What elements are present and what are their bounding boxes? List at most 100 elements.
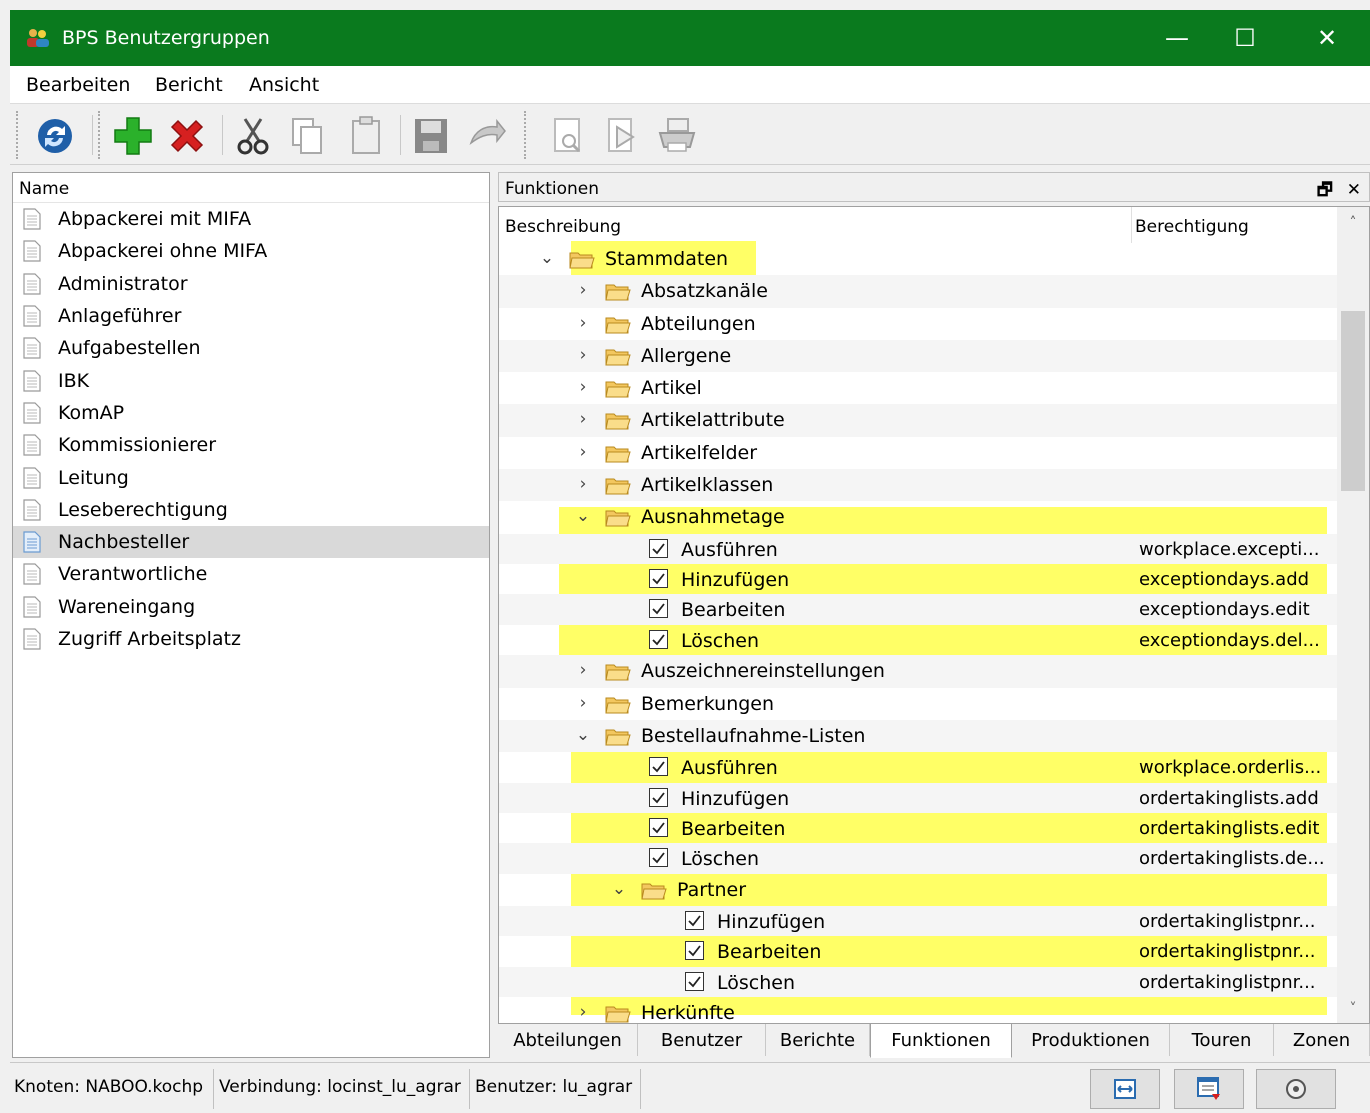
chevron-right-icon[interactable]: › (575, 1002, 591, 1022)
export-button[interactable] (598, 111, 648, 161)
tree-folder-row[interactable]: › Herkünfte (499, 997, 1337, 1023)
refresh-button[interactable] (30, 111, 80, 161)
tree-folder-row[interactable]: › Artikelfelder (499, 437, 1337, 469)
copy-button[interactable] (282, 111, 332, 161)
tree-folder-row[interactable]: ⌄ Bestellaufnahme-Listen (499, 719, 1337, 753)
fit-width-button[interactable] (1090, 1069, 1160, 1109)
vertical-scrollbar[interactable]: ˄ ˅ (1337, 207, 1369, 1023)
user-group-item[interactable]: Verantwortliche (13, 558, 489, 590)
tree-folder-row[interactable]: › Artikelattribute (499, 404, 1337, 437)
user-group-item[interactable]: Abpackerei ohne MIFA (13, 235, 489, 267)
toolbar-grip[interactable] (98, 111, 102, 159)
chevron-down-icon[interactable]: ⌄ (575, 725, 591, 745)
toolbar-grip[interactable] (16, 111, 20, 159)
tree-folder-row[interactable]: › Artikelklassen (499, 469, 1337, 502)
list-header-name[interactable]: Name (13, 173, 489, 203)
tab-zonen[interactable]: Zonen (1274, 1024, 1370, 1056)
close-button[interactable]: ✕ (1297, 10, 1357, 66)
tab-funktionen[interactable]: Funktionen (870, 1024, 1012, 1058)
delete-button[interactable] (162, 111, 212, 161)
menu-bearbeiten[interactable]: Bearbeiten (26, 74, 130, 96)
chevron-down-icon[interactable]: ⌄ (611, 879, 627, 899)
undo-button[interactable] (462, 111, 512, 161)
permission-checkbox[interactable] (649, 538, 668, 558)
user-group-item[interactable]: Leitung (13, 461, 489, 493)
chevron-right-icon[interactable]: › (575, 280, 591, 300)
user-group-item[interactable]: Anlageführer (13, 300, 489, 332)
tab-benutzer[interactable]: Benutzer (638, 1024, 766, 1056)
tree-folder-row[interactable]: › Abteilungen (499, 308, 1337, 340)
user-group-item[interactable]: Nachbesteller (13, 525, 489, 559)
tree-permission-row[interactable]: Bearbeiten exceptiondays.edit (499, 594, 1337, 625)
scroll-up-arrow-icon[interactable]: ˄ (1337, 215, 1369, 231)
tab-berichte[interactable]: Berichte (766, 1024, 870, 1056)
user-group-item[interactable]: Kommissionierer (13, 429, 489, 461)
paste-button[interactable] (342, 111, 392, 161)
add-button[interactable] (108, 111, 158, 161)
menu-bericht[interactable]: Bericht (155, 74, 223, 96)
permission-checkbox[interactable] (649, 817, 668, 837)
print-button[interactable] (652, 111, 702, 161)
chevron-right-icon[interactable]: › (575, 474, 591, 494)
preview-button[interactable] (544, 111, 594, 161)
permission-checkbox[interactable] (649, 848, 668, 868)
user-group-item[interactable]: Aufgabestellen (13, 332, 489, 364)
tab-produktionen[interactable]: Produktionen (1012, 1024, 1170, 1056)
permission-checkbox[interactable] (685, 941, 704, 961)
tree-permission-row[interactable]: Löschen ordertakinglistpnr... (499, 966, 1337, 998)
tab-touren[interactable]: Touren (1170, 1024, 1274, 1056)
column-berechtigung[interactable]: Berechtigung (1135, 217, 1249, 237)
cut-button[interactable] (230, 111, 280, 161)
tree-folder-row[interactable]: › Auszeichnereinstellungen (499, 655, 1337, 688)
tree-permission-row[interactable]: Hinzufügen exceptiondays.add (499, 564, 1337, 594)
tree-folder-row[interactable]: › Bemerkungen (499, 688, 1337, 720)
tree-permission-row[interactable]: Löschen exceptiondays.del... (499, 625, 1337, 655)
user-group-item[interactable]: KomAP (13, 397, 489, 429)
save-button[interactable] (406, 111, 456, 161)
permission-checkbox[interactable] (649, 629, 668, 649)
tree-permission-row[interactable]: Bearbeiten ordertakinglistpnr... (499, 936, 1337, 966)
permission-checkbox[interactable] (649, 787, 668, 807)
dock-close-icon[interactable]: ✕ (1347, 180, 1361, 200)
tree-folder-row[interactable]: › Allergene (499, 339, 1337, 373)
maximize-button[interactable]: ☐ (1215, 10, 1275, 66)
chevron-right-icon[interactable]: › (575, 313, 591, 333)
window-list-button[interactable] (1174, 1069, 1244, 1109)
chevron-down-icon[interactable]: ⌄ (575, 506, 591, 526)
column-beschreibung[interactable]: Beschreibung (505, 217, 621, 237)
toolbar-grip[interactable] (524, 111, 528, 159)
tree-permission-row[interactable]: Löschen ordertakinglists.de... (499, 843, 1337, 874)
permission-checkbox[interactable] (649, 569, 668, 589)
float-window-icon[interactable]: 🗗 (1317, 180, 1333, 200)
menu-ansicht[interactable]: Ansicht (249, 74, 319, 96)
tree-permission-row[interactable]: Hinzufügen ordertakinglistpnr... (499, 905, 1337, 937)
tree-folder-row[interactable]: › Artikel (499, 372, 1337, 404)
permission-checkbox[interactable] (685, 971, 704, 991)
tree-folder-row[interactable]: ⌄ Ausnahmetage (499, 501, 1337, 533)
user-group-item[interactable]: IBK (13, 364, 489, 396)
chevron-right-icon[interactable]: › (575, 660, 591, 680)
tree-folder-row[interactable]: ⌄ Partner (499, 874, 1337, 906)
tab-abteilungen[interactable]: Abteilungen (498, 1024, 638, 1056)
permission-checkbox[interactable] (649, 599, 668, 619)
chevron-right-icon[interactable]: › (575, 409, 591, 429)
scrollbar-thumb[interactable] (1341, 311, 1365, 491)
user-group-item[interactable]: Administrator (13, 268, 489, 300)
tree-folder-row[interactable]: ⌄ Stammdaten (499, 243, 1337, 275)
scroll-down-arrow-icon[interactable]: ˅ (1337, 1001, 1369, 1017)
permission-checkbox[interactable] (649, 757, 668, 777)
tree-folder-row[interactable]: › Absatzkanäle (499, 275, 1337, 308)
chevron-down-icon[interactable]: ⌄ (539, 248, 555, 268)
user-group-item[interactable]: Abpackerei mit MIFA (13, 203, 489, 235)
minimize-button[interactable]: — (1147, 10, 1207, 66)
user-group-item[interactable]: Leseberechtigung (13, 494, 489, 526)
chevron-right-icon[interactable]: › (575, 442, 591, 462)
chevron-right-icon[interactable]: › (575, 377, 591, 397)
permission-checkbox[interactable] (685, 910, 704, 930)
chevron-right-icon[interactable]: › (575, 693, 591, 713)
settings-button[interactable] (1256, 1069, 1336, 1109)
user-group-item[interactable]: Wareneingang (13, 591, 489, 623)
tree-permission-row[interactable]: Hinzufügen ordertakinglists.add (499, 782, 1337, 813)
tree-permission-row[interactable]: Ausführen workplace.orderlis... (499, 752, 1337, 782)
chevron-right-icon[interactable]: › (575, 345, 591, 365)
